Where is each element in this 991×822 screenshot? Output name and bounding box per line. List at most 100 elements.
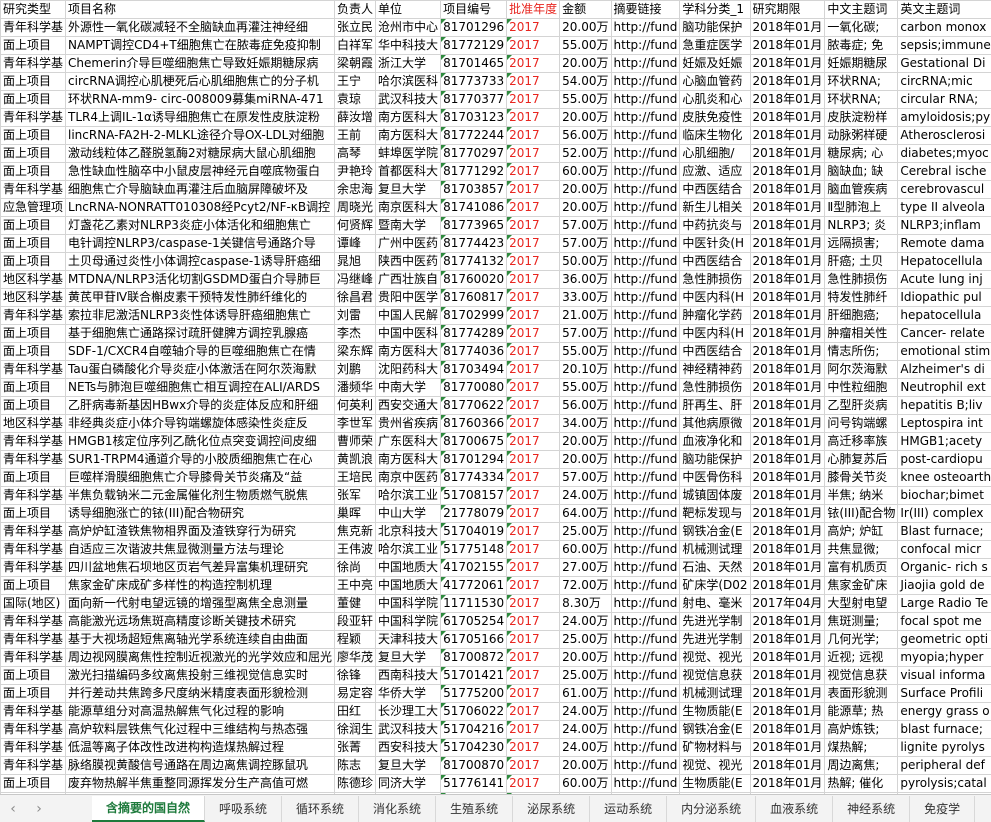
table-cell[interactable]: 复旦大学 [376, 649, 441, 667]
table-cell[interactable]: 81773965 [441, 217, 507, 235]
table-cell[interactable]: 视觉信息获 [680, 667, 750, 685]
table-cell[interactable]: 能源草; 热 [825, 703, 898, 721]
table-cell[interactable]: 81760817 [441, 289, 507, 307]
table-cell[interactable]: 表面形貌测 [825, 685, 898, 703]
table-cell[interactable]: 情志所伤; [825, 343, 898, 361]
table-cell[interactable]: 环状RNA; [825, 73, 898, 91]
table-cell[interactable]: 华中科技大 [376, 37, 441, 55]
table-cell[interactable]: 2017 [507, 127, 560, 145]
table-cell[interactable]: 乙肝病毒新基因HBwx介导的炎症体反应和肝细 [66, 397, 335, 415]
table-cell[interactable]: 机械测试理 [680, 541, 750, 559]
table-cell[interactable]: 外源性一氧化碳减轻不全脑缺血再灌注神经细 [66, 19, 335, 37]
table-cell[interactable]: 51704019 [441, 523, 507, 541]
table-cell[interactable]: 半焦; 纳米 [825, 487, 898, 505]
table-cell[interactable]: http://fund [611, 181, 680, 199]
table-cell[interactable]: cerebrovascul [898, 181, 991, 199]
table-cell[interactable]: 富有机质页 [825, 559, 898, 577]
table-cell[interactable]: 心脑血管药 [680, 73, 750, 91]
table-cell[interactable]: 20.00万 [560, 181, 611, 199]
table-cell[interactable]: 冯继峰 [335, 271, 376, 289]
table-cell[interactable]: 2018年01月 [750, 739, 825, 757]
table-cell[interactable]: 心肺复苏后 [825, 451, 898, 469]
table-cell[interactable]: 矿物材料与 [680, 739, 750, 757]
table-cell[interactable]: 哈尔滨工业 [376, 487, 441, 505]
table-cell[interactable]: 哈尔滨医科 [376, 73, 441, 91]
table-cell[interactable]: 2017 [507, 721, 560, 739]
table-cell[interactable]: 55.00万 [560, 343, 611, 361]
table-cell[interactable]: 51708157 [441, 487, 507, 505]
table-cell[interactable]: 广西壮族自 [376, 271, 441, 289]
table-cell[interactable]: 青年科学基 [1, 451, 66, 469]
table-cell[interactable]: 阿尔茨海默 [825, 361, 898, 379]
table-cell[interactable]: 中西医结合 [680, 343, 750, 361]
table-cell[interactable]: http://fund [611, 235, 680, 253]
table-cell[interactable]: 2017 [507, 685, 560, 703]
sheet-tab[interactable]: 生殖系统 [436, 796, 513, 822]
table-cell[interactable]: 中性粒细胞 [825, 379, 898, 397]
table-cell[interactable]: 36.00万 [560, 271, 611, 289]
table-cell[interactable]: 高炉炉缸渣铁焦物相界面及渣铁穿行为研究 [66, 523, 335, 541]
table-cell[interactable]: energy grass o [898, 703, 991, 721]
table-cell[interactable]: 问号钩端螺 [825, 415, 898, 433]
table-cell[interactable]: diabetes;myoc [898, 145, 991, 163]
table-cell[interactable]: 2017 [507, 487, 560, 505]
table-cell[interactable]: 面上项目 [1, 217, 66, 235]
table-cell[interactable]: 2017 [507, 433, 560, 451]
table-cell[interactable]: 视觉、视光 [680, 649, 750, 667]
table-cell[interactable]: 潘频华 [335, 379, 376, 397]
table-cell[interactable]: 钢铁冶金(E [680, 721, 750, 739]
table-cell[interactable]: 2018年01月 [750, 55, 825, 73]
table-cell[interactable]: http://fund [611, 487, 680, 505]
table-cell[interactable]: http://fund [611, 199, 680, 217]
table-cell[interactable]: 一氧化碳; [825, 19, 898, 37]
table-cell[interactable]: post-cardiopu [898, 451, 991, 469]
table-cell[interactable]: 2017 [507, 109, 560, 127]
table-cell[interactable]: 81774132 [441, 253, 507, 271]
table-cell[interactable]: 20.00万 [560, 451, 611, 469]
table-cell[interactable]: 临床生物化 [680, 127, 750, 145]
table-cell[interactable]: http://fund [611, 757, 680, 775]
table-cell[interactable]: 57.00万 [560, 325, 611, 343]
table-cell[interactable]: 面上项目 [1, 235, 66, 253]
table-cell[interactable]: 2017 [507, 271, 560, 289]
table-cell[interactable]: 钢铁冶金(E [680, 523, 750, 541]
table-cell[interactable]: http://fund [611, 127, 680, 145]
table-cell[interactable]: 20.00万 [560, 757, 611, 775]
table-cell[interactable]: 2018年01月 [750, 127, 825, 145]
table-cell[interactable]: 2017 [507, 307, 560, 325]
table-cell[interactable]: 梁东辉 [335, 343, 376, 361]
table-cell[interactable]: 2017 [507, 55, 560, 73]
table-cell[interactable]: 2017 [507, 235, 560, 253]
table-cell[interactable]: http://fund [611, 613, 680, 631]
table-cell[interactable]: 乙型肝炎病 [825, 397, 898, 415]
table-cell[interactable]: 81701465 [441, 55, 507, 73]
table-cell[interactable]: 青年科学基 [1, 433, 66, 451]
table-cell[interactable]: http://fund [611, 739, 680, 757]
table-cell[interactable]: 81770622 [441, 397, 507, 415]
table-cell[interactable]: 脑功能保护 [680, 19, 750, 37]
sheet-tab[interactable]: 运动系统 [590, 796, 667, 822]
table-cell[interactable]: http://fund [611, 721, 680, 739]
table-cell[interactable]: 2018年01月 [750, 37, 825, 55]
table-cell[interactable]: 急性缺血性脑卒中小鼠皮层神经元自噬底物蛋白 [66, 163, 335, 181]
table-cell[interactable]: 远隔损害; [825, 235, 898, 253]
table-cell[interactable]: 高迁移率族 [825, 433, 898, 451]
column-header[interactable]: 负责人 [335, 1, 376, 19]
table-cell[interactable]: 27.00万 [560, 559, 611, 577]
table-cell[interactable]: carbon monox [898, 19, 991, 37]
table-cell[interactable]: NETs与肺泡巨噬细胞焦亡相互调控在ALI/ARDS [66, 379, 335, 397]
table-cell[interactable]: 中国中医科 [376, 325, 441, 343]
table-cell[interactable]: 肿瘤化学药 [680, 307, 750, 325]
table-cell[interactable]: 2018年01月 [750, 19, 825, 37]
table-cell[interactable]: 余忠海 [335, 181, 376, 199]
table-cell[interactable]: 2018年01月 [750, 109, 825, 127]
table-cell[interactable]: 南方医科大 [376, 127, 441, 145]
table-cell[interactable]: http://fund [611, 289, 680, 307]
table-cell[interactable]: 高炉软料层铁焦气化过程中三维结构与热态强 [66, 721, 335, 739]
table-cell[interactable]: 青年科学基 [1, 721, 66, 739]
table-cell[interactable]: 急重症医学 [680, 37, 750, 55]
table-cell[interactable]: 巨噬样滑膜细胞焦亡介导膝骨关节炎痛及“益 [66, 469, 335, 487]
table-cell[interactable]: 20.00万 [560, 19, 611, 37]
table-cell[interactable]: 61.00万 [560, 685, 611, 703]
table-cell[interactable]: 先进光学制 [680, 613, 750, 631]
